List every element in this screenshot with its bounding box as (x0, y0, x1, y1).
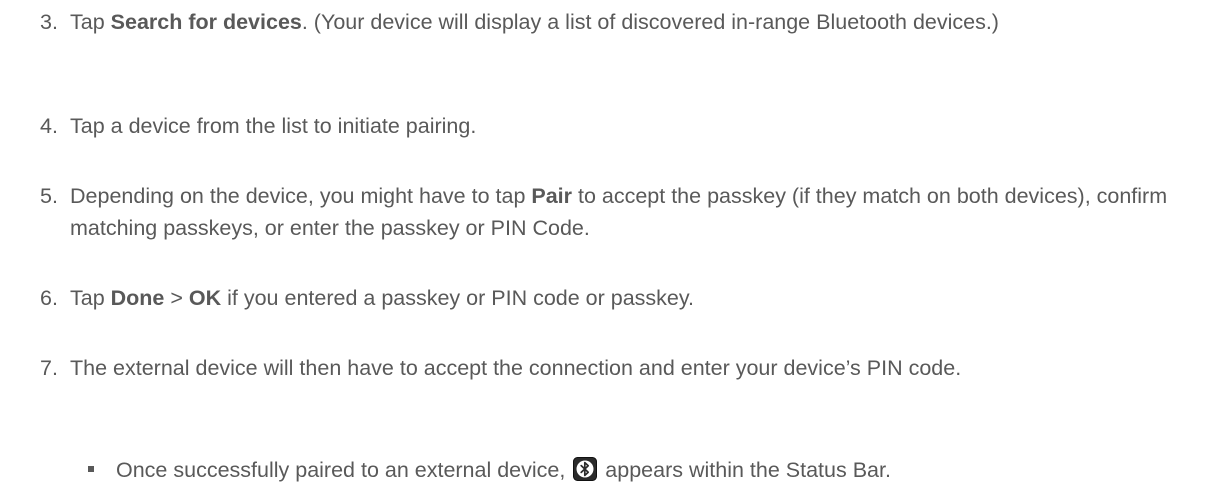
bluetooth-icon (573, 457, 598, 481)
sub-bullet-text-after: appears within the Status Bar. (599, 458, 891, 482)
step-text-prefix: Depending on the device, you might have … (70, 184, 532, 208)
step-number: 6. (40, 286, 58, 310)
step-text-separator: > (164, 286, 189, 310)
step-text: Tap a device from the list to initiate p… (70, 114, 477, 138)
step-bold-term-ok: OK (188, 286, 222, 310)
step-bold-term-done: Done (110, 286, 165, 310)
step-4: 4. Tap a device from the list to initiate… (40, 110, 1210, 142)
step-text-prefix: Tap (70, 10, 111, 34)
step-text: Depending on the device, you might have … (70, 180, 1210, 244)
step-6: 6. Tap Done > OK if you entered a passkey… (40, 282, 1210, 314)
step-text: The external device will then have to ac… (70, 356, 962, 380)
document-page: 3. Tap Search for devices. (Your device w… (0, 0, 1219, 488)
step-text-suffix: . (Your device will display a list of di… (301, 10, 999, 34)
step-text-prefix: Tap (70, 286, 111, 310)
sub-bullet-text-before: Once successfully paired to an external … (116, 458, 572, 482)
step-text: Tap Search for devices. (Your device wil… (70, 6, 1210, 38)
step-number: 5. (40, 184, 58, 208)
step-7: 7. The external device will then have to … (40, 352, 1210, 384)
step-number: 7. (40, 356, 58, 380)
step-5: 5. Depending on the device, you might hav… (40, 180, 1210, 240)
square-bullet-icon (88, 466, 94, 472)
step-number: 3. (40, 10, 58, 34)
sub-bullet-text: Once successfully paired to an external … (116, 454, 891, 486)
step-bold-term: Search for devices (110, 10, 302, 34)
step-bold-term: Pair (531, 184, 573, 208)
step-text: Tap Done > OK if you entered a passkey o… (70, 282, 1210, 314)
step-text-suffix: if you entered a passkey or PIN code or … (221, 286, 694, 310)
step-3: 3. Tap Search for devices. (Your device w… (40, 6, 1210, 38)
step-number: 4. (40, 114, 58, 138)
